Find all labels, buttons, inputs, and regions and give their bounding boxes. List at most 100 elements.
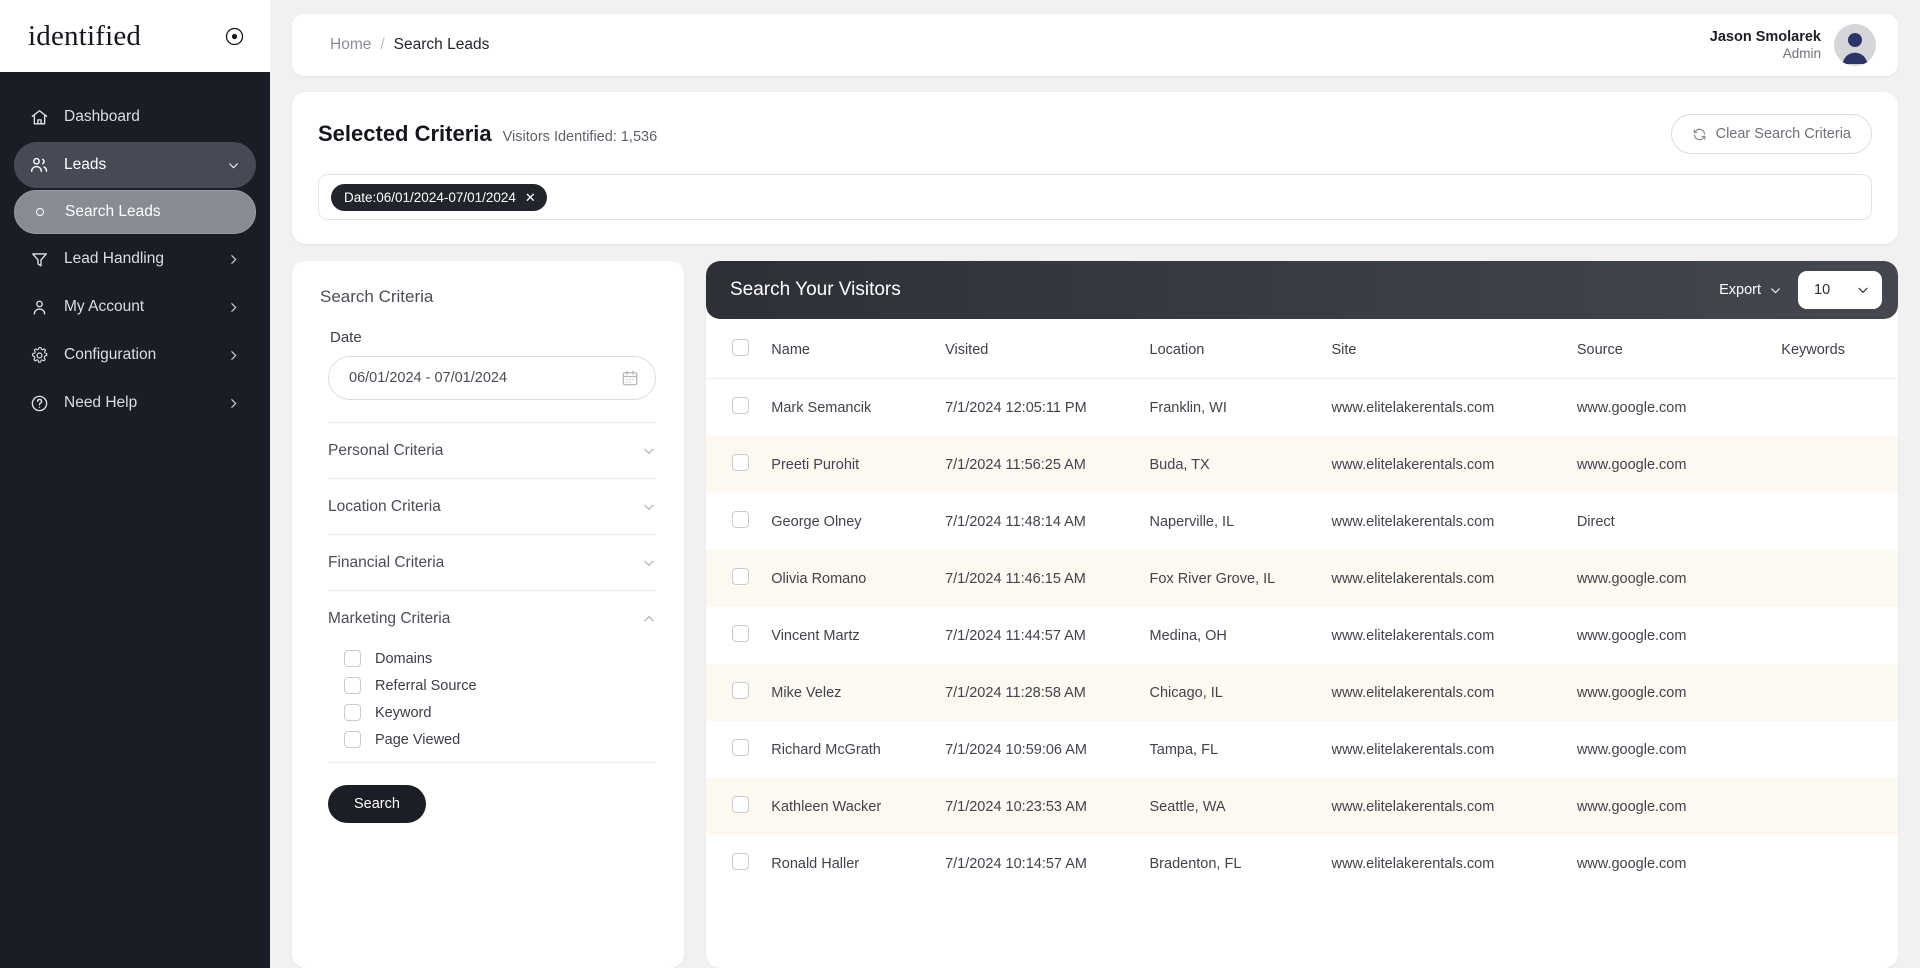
user-meta: Jason Smolarek Admin bbox=[1710, 28, 1821, 63]
table-row[interactable]: Olivia Romano 7/1/2024 11:46:15 AM Fox R… bbox=[706, 550, 1898, 607]
cell-site: www.elitelakerentals.com bbox=[1331, 741, 1495, 758]
sidebar-item-label: Lead Handling bbox=[64, 250, 164, 267]
chevron-down-icon bbox=[1856, 283, 1870, 297]
cell-source: www.google.com bbox=[1576, 741, 1687, 758]
column-header-location[interactable]: Location bbox=[1143, 319, 1326, 379]
content-area: Search Criteria Date Personal Criteria bbox=[292, 261, 1898, 968]
chevron-down-icon bbox=[1769, 284, 1782, 297]
cell-keywords bbox=[1775, 664, 1898, 721]
breadcrumb-home[interactable]: Home bbox=[330, 36, 371, 54]
sidebar-item-lead-handling[interactable]: Lead Handling bbox=[14, 236, 256, 282]
visitors-table-body: Mark Semancik 7/1/2024 12:05:11 PM Frank… bbox=[706, 379, 1898, 893]
sidebar-item-need-help[interactable]: Need Help bbox=[14, 380, 256, 426]
sidebar-item-leads[interactable]: Leads bbox=[14, 142, 256, 188]
cell-location: Chicago, IL bbox=[1149, 684, 1223, 701]
checkbox-row-domains[interactable]: Domains bbox=[344, 650, 656, 667]
cell-keywords bbox=[1775, 493, 1898, 550]
accordion-marketing-criteria[interactable]: Marketing Criteria bbox=[328, 590, 656, 646]
search-button[interactable]: Search bbox=[328, 785, 426, 823]
checkbox-row-page-viewed[interactable]: Page Viewed bbox=[344, 731, 656, 748]
row-checkbox[interactable] bbox=[732, 568, 749, 585]
criteria-tag[interactable]: Date:06/01/2024-07/01/2024 ✕ bbox=[331, 183, 547, 211]
table-row[interactable]: Mark Semancik 7/1/2024 12:05:11 PM Frank… bbox=[706, 379, 1898, 437]
table-row[interactable]: Richard McGrath 7/1/2024 10:59:06 AM Tam… bbox=[706, 721, 1898, 778]
accordion-financial-criteria[interactable]: Financial Criteria bbox=[328, 534, 656, 590]
sidebar-item-search-leads[interactable]: Search Leads bbox=[14, 190, 256, 234]
cell-source: www.google.com bbox=[1576, 627, 1687, 644]
cell-visited: 7/1/2024 11:56:25 AM bbox=[945, 456, 1086, 473]
cell-source: www.google.com bbox=[1576, 798, 1687, 815]
row-select-cell bbox=[706, 493, 765, 550]
avatar[interactable] bbox=[1834, 24, 1876, 66]
criteria-accordion: Personal Criteria Location Criteria Fina… bbox=[328, 422, 656, 762]
accordion-personal-criteria[interactable]: Personal Criteria bbox=[328, 422, 656, 478]
cell-name: Preeti Purohit bbox=[771, 456, 860, 473]
export-dropdown[interactable]: Export bbox=[1719, 282, 1782, 298]
date-range-field[interactable] bbox=[328, 356, 656, 400]
table-row[interactable]: George Olney 7/1/2024 11:48:14 AM Naperv… bbox=[706, 493, 1898, 550]
visitors-table-card: Search Your Visitors Export 10 Name Visi… bbox=[706, 261, 1898, 968]
accordion-location-criteria[interactable]: Location Criteria bbox=[328, 478, 656, 534]
row-checkbox[interactable] bbox=[732, 682, 749, 699]
help-circle-icon bbox=[28, 394, 50, 413]
table-row[interactable]: Kathleen Wacker 7/1/2024 10:23:53 AM Sea… bbox=[706, 778, 1898, 835]
cell-name: George Olney bbox=[771, 513, 862, 530]
date-range-input[interactable] bbox=[349, 370, 621, 386]
cell-location: Naperville, IL bbox=[1149, 513, 1235, 530]
checkbox-referral-source[interactable] bbox=[344, 677, 361, 694]
cell-name: Mark Semancik bbox=[771, 399, 872, 416]
row-checkbox[interactable] bbox=[732, 625, 749, 642]
user-menu[interactable]: Jason Smolarek Admin bbox=[1710, 24, 1876, 66]
row-checkbox[interactable] bbox=[732, 397, 749, 414]
cell-visited: 7/1/2024 11:28:58 AM bbox=[945, 684, 1086, 701]
cell-name: Olivia Romano bbox=[771, 570, 867, 587]
page-size-select[interactable]: 10 bbox=[1798, 271, 1882, 309]
table-row[interactable]: Preeti Purohit 7/1/2024 11:56:25 AM Buda… bbox=[706, 436, 1898, 493]
checkbox-row-keyword[interactable]: Keyword bbox=[344, 704, 656, 721]
users-icon bbox=[28, 155, 50, 175]
visitors-table-title: Search Your Visitors bbox=[730, 279, 901, 300]
row-checkbox[interactable] bbox=[732, 454, 749, 471]
sidebar-item-configuration[interactable]: Configuration bbox=[14, 332, 256, 378]
sidebar-item-dashboard[interactable]: Dashboard bbox=[14, 94, 256, 140]
clear-search-criteria-button[interactable]: Clear Search Criteria bbox=[1670, 114, 1872, 154]
column-header-source[interactable]: Source bbox=[1570, 319, 1776, 379]
cell-site: www.elitelakerentals.com bbox=[1331, 399, 1495, 416]
column-header-site[interactable]: Site bbox=[1325, 319, 1571, 379]
row-checkbox[interactable] bbox=[732, 511, 749, 528]
visitors-table-scroll[interactable]: Name Visited Location Site Source Keywor… bbox=[706, 319, 1898, 968]
column-header-keywords[interactable]: Keywords bbox=[1775, 319, 1898, 379]
column-header-visited[interactable]: Visited bbox=[939, 319, 1144, 379]
table-row[interactable]: Vincent Martz 7/1/2024 11:44:57 AM Medin… bbox=[706, 607, 1898, 664]
checkbox-row-referral-source[interactable]: Referral Source bbox=[344, 677, 656, 694]
cell-site: www.elitelakerentals.com bbox=[1331, 570, 1495, 587]
calendar-icon[interactable] bbox=[621, 369, 639, 387]
row-checkbox[interactable] bbox=[732, 739, 749, 756]
close-icon[interactable]: ✕ bbox=[525, 191, 536, 204]
sidebar-item-label: My Account bbox=[64, 298, 145, 315]
cell-location: Seattle, WA bbox=[1149, 798, 1226, 815]
cell-site: www.elitelakerentals.com bbox=[1331, 684, 1495, 701]
sidebar-item-my-account[interactable]: My Account bbox=[14, 284, 256, 330]
circle-dot-icon[interactable] bbox=[225, 27, 244, 46]
visitors-table-header: Search Your Visitors Export 10 bbox=[706, 261, 1898, 319]
row-checkbox[interactable] bbox=[732, 796, 749, 813]
cell-keywords bbox=[1775, 436, 1898, 493]
gear-icon bbox=[28, 346, 50, 365]
selected-criteria-tags: Date:06/01/2024-07/01/2024 ✕ bbox=[318, 174, 1872, 220]
row-select-cell bbox=[706, 664, 765, 721]
cell-source: www.google.com bbox=[1576, 456, 1687, 473]
row-select-cell bbox=[706, 835, 765, 892]
checkbox-domains[interactable] bbox=[344, 650, 361, 667]
cell-location: Medina, OH bbox=[1149, 627, 1227, 644]
row-checkbox[interactable] bbox=[732, 853, 749, 870]
cell-location: Fox River Grove, IL bbox=[1149, 570, 1276, 587]
table-row[interactable]: Mike Velez 7/1/2024 11:28:58 AM Chicago,… bbox=[706, 664, 1898, 721]
cell-site: www.elitelakerentals.com bbox=[1331, 513, 1495, 530]
select-all-checkbox[interactable] bbox=[732, 339, 749, 356]
checkbox-page-viewed[interactable] bbox=[344, 731, 361, 748]
column-header-name[interactable]: Name bbox=[765, 319, 940, 379]
checkbox-keyword[interactable] bbox=[344, 704, 361, 721]
cell-source: Direct bbox=[1576, 513, 1615, 530]
table-row[interactable]: Ronald Haller 7/1/2024 10:14:57 AM Brade… bbox=[706, 835, 1898, 892]
